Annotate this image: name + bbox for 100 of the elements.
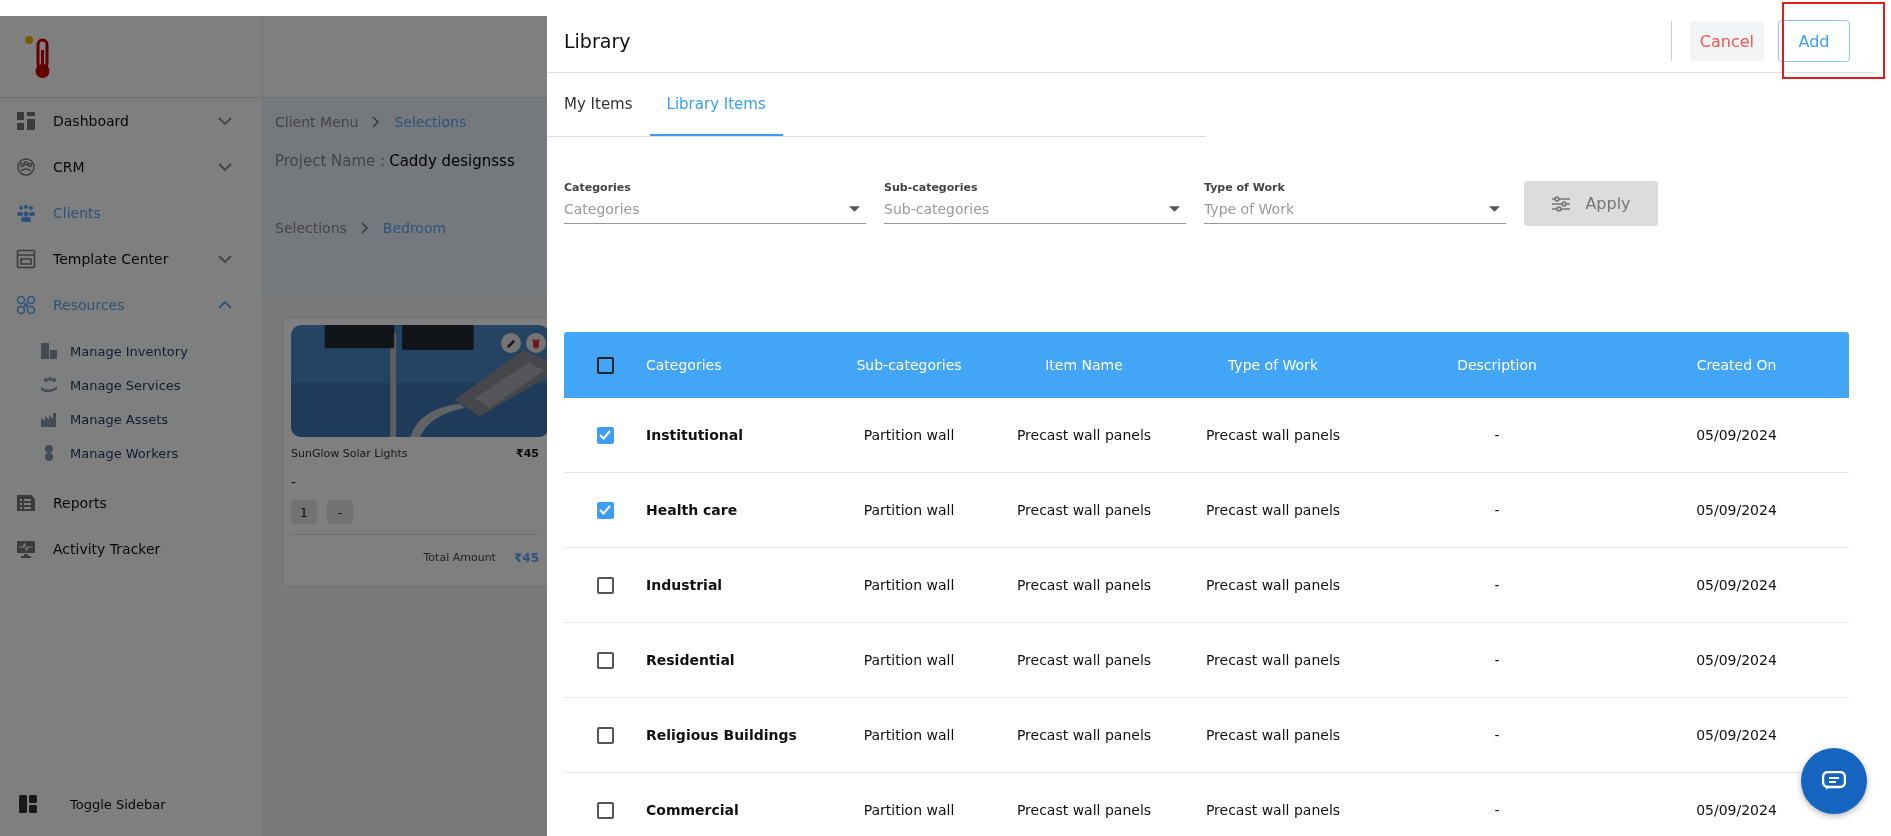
- sidebar-item[interactable]: CRM: [0, 144, 262, 190]
- table-cell: 05/09/2024: [1696, 427, 1777, 443]
- cancel-button[interactable]: Cancel: [1689, 21, 1764, 61]
- table-cell: Institutional: [646, 427, 743, 443]
- total-label: Total Amount: [423, 551, 496, 565]
- sliders-icon: [1551, 195, 1572, 212]
- table-cell: -: [1494, 652, 1500, 668]
- dropdown-arrow-icon: [1169, 206, 1180, 212]
- boxes-icon: [40, 342, 58, 360]
- dropdown-arrow-icon: [1489, 206, 1500, 212]
- row-checkbox[interactable]: [596, 801, 614, 819]
- factory-icon: [40, 410, 58, 428]
- chat-icon: [1822, 771, 1846, 791]
- dropdown-field[interactable]: Categories: [564, 194, 866, 224]
- sidebar-subitem[interactable]: Manage Assets: [0, 402, 262, 436]
- sidebar-subitem[interactable]: Manage Inventory: [0, 334, 262, 368]
- sidebar-item[interactable]: Template Center: [0, 236, 262, 282]
- breadcrumb-link[interactable]: Selections: [275, 220, 347, 236]
- hand-icon: [40, 376, 58, 394]
- table-cell: Religious Buildings: [646, 727, 797, 743]
- dropdown-field[interactable]: Type of Work: [1204, 194, 1506, 224]
- table-cell: Industrial: [646, 577, 723, 593]
- table-cell: -: [1494, 802, 1500, 818]
- table-cell: Partition wall: [863, 802, 955, 818]
- project-name: Caddy designsss: [389, 152, 515, 170]
- table-cell: Precast wall panels: [1205, 427, 1341, 443]
- column-header: Description: [1457, 357, 1537, 373]
- row-checkbox[interactable]: [596, 651, 614, 669]
- column-header: Created On: [1696, 357, 1777, 373]
- column-header: Item Name: [1045, 357, 1123, 373]
- table-cell: 05/09/2024: [1696, 652, 1777, 668]
- column-header: Type of Work: [1228, 357, 1318, 373]
- row-checkbox[interactable]: [596, 426, 614, 444]
- table-cell: Precast wall panels: [1016, 652, 1152, 668]
- minus-button[interactable]: -: [327, 500, 353, 524]
- drawer-title: Library: [564, 30, 631, 52]
- table-cell: Precast wall panels: [1205, 577, 1341, 593]
- list-icon: [16, 493, 36, 513]
- filter-label: Categories: [564, 181, 632, 194]
- table-cell: 05/09/2024: [1696, 727, 1777, 743]
- product-price: ₹45: [516, 447, 539, 460]
- table-cell: Partition wall: [863, 502, 955, 518]
- product-name: SunGlow Solar Lights: [291, 447, 408, 460]
- table-cell: Precast wall panels: [1205, 652, 1341, 668]
- trash-icon: [532, 337, 540, 349]
- tab[interactable]: My Items: [547, 73, 650, 136]
- sidebar-subitem[interactable]: Manage Services: [0, 368, 262, 402]
- project-label: Project Name :: [275, 152, 386, 170]
- breadcrumb-current: Selections: [394, 114, 467, 130]
- table-cell: Partition wall: [863, 652, 955, 668]
- chevron-right-icon: [360, 222, 369, 234]
- sidebar-subitem[interactable]: Manage Workers: [0, 436, 262, 470]
- table-cell: Precast wall panels: [1205, 802, 1341, 818]
- dropdown-field[interactable]: Sub-categories: [884, 194, 1186, 224]
- table-cell: -: [1494, 502, 1500, 518]
- table-cell: Partition wall: [863, 577, 955, 593]
- product-description: -: [291, 474, 298, 490]
- layout-icon: [18, 794, 38, 814]
- grid-icon: [16, 111, 36, 131]
- table-cell: Partition wall: [863, 727, 955, 743]
- table-cell: Partition wall: [863, 427, 955, 443]
- table-cell: Precast wall panels: [1016, 577, 1152, 593]
- row-checkbox[interactable]: [596, 501, 614, 519]
- window-icon: [16, 249, 36, 269]
- sidebar-item[interactable]: Reports: [0, 480, 262, 526]
- table-cell: Precast wall panels: [1016, 502, 1152, 518]
- total-amount: ₹45: [513, 551, 539, 565]
- table-cell: -: [1494, 427, 1500, 443]
- tab[interactable]: Library Items: [649, 73, 783, 136]
- breadcrumb-current: Bedroom: [382, 220, 447, 236]
- sidebar-item[interactable]: Activity Tracker: [0, 526, 262, 572]
- filter-label: Sub-categories: [884, 181, 979, 194]
- table-cell: Health care: [646, 502, 738, 518]
- table-cell: Precast wall panels: [1016, 727, 1152, 743]
- row-checkbox[interactable]: [596, 576, 614, 594]
- table-cell: Precast wall panels: [1016, 802, 1152, 818]
- table-cell: 05/09/2024: [1696, 802, 1777, 818]
- sidebar-item[interactable]: Dashboard: [0, 98, 262, 144]
- dropdown-arrow-icon: [849, 206, 860, 212]
- select-all-checkbox[interactable]: [596, 356, 614, 374]
- row-checkbox[interactable]: [596, 726, 614, 744]
- table-cell: 05/09/2024: [1696, 502, 1777, 518]
- chevron-right-icon: [372, 116, 381, 128]
- people-icon: [16, 203, 36, 223]
- breadcrumb-link[interactable]: Client Menu: [275, 114, 359, 130]
- quantity-field[interactable]: 1: [291, 500, 317, 524]
- column-header: Sub-categories: [856, 357, 962, 373]
- table-cell: Commercial: [646, 802, 739, 818]
- table-cell: 05/09/2024: [1696, 577, 1777, 593]
- filter-label: Type of Work: [1204, 181, 1286, 194]
- monitor-icon: [16, 539, 36, 559]
- table-cell: -: [1494, 727, 1500, 743]
- table-cell: Precast wall panels: [1205, 727, 1341, 743]
- add-button[interactable]: Add: [1778, 20, 1850, 62]
- table-cell: Residential: [646, 652, 735, 668]
- table-cell: -: [1494, 577, 1500, 593]
- column-header: Categories: [646, 357, 722, 373]
- table-cell: Precast wall panels: [1205, 502, 1341, 518]
- toggle-sidebar-button[interactable]: Toggle Sidebar: [0, 794, 262, 836]
- nodes-icon: [16, 295, 36, 315]
